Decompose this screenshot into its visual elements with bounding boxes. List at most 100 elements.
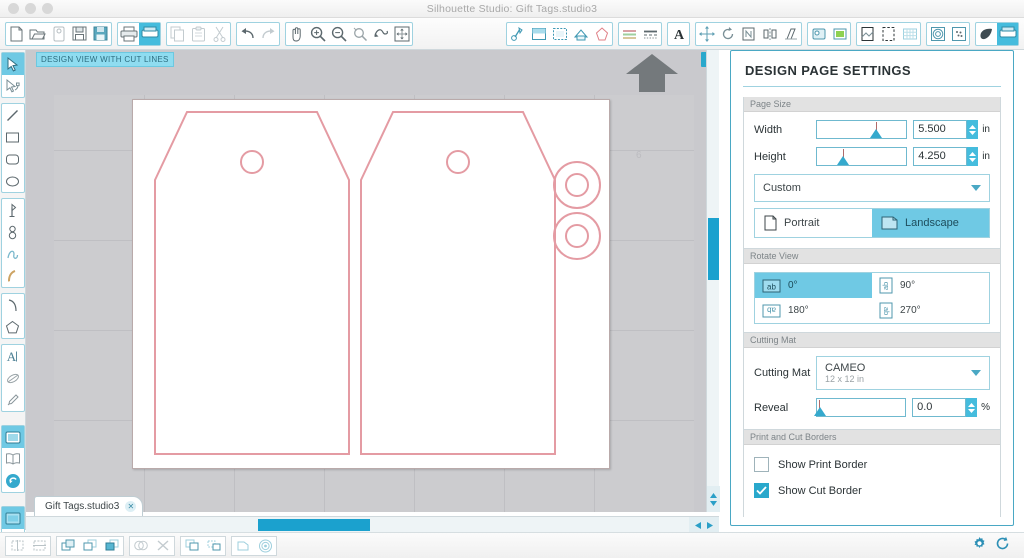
document-tab[interactable]: Gift Tags.studio3 ✕ [34,496,144,516]
sync-status-button[interactable] [995,536,1010,556]
registration-marks-panel-button[interactable] [549,23,570,45]
save-library-button[interactable] [48,23,69,45]
zoom-region-button[interactable] [370,23,391,45]
text-style-panel-button[interactable]: A [668,23,689,45]
print-button[interactable] [118,23,139,45]
edit-points-tool[interactable] [2,75,24,97]
show-cut-border-row[interactable]: Show Cut Border [754,483,990,498]
store-button[interactable] [2,448,24,470]
cut-settings-panel-button[interactable] [591,23,612,45]
line-style-panel-button[interactable] [640,23,661,45]
gradient-fill-panel-button[interactable] [829,23,850,45]
horizontal-scroll-buttons[interactable] [689,517,719,533]
curve-tool[interactable] [2,221,24,243]
knife-tool[interactable] [2,367,24,389]
sketch-panel-button[interactable] [948,23,969,45]
rotate-180-option[interactable]: ab 180° [755,298,872,323]
design-canvas[interactable]: 6 DESIGN VIEW WITH CUT LINES [26,50,718,512]
fit-to-window-button[interactable] [391,23,412,45]
paste-button[interactable] [188,23,209,45]
cutting-mat-select[interactable]: CAMEO 12 x 12 in [816,356,990,390]
height-stepper[interactable] [967,147,979,166]
weld-button[interactable] [130,536,152,555]
reveal-slider[interactable] [814,398,907,417]
zoom-selection-button[interactable] [349,23,370,45]
rotate-0-option[interactable]: ab 0° [755,273,872,298]
save-as-button[interactable] [90,23,111,45]
polygon-tool[interactable] [2,199,24,221]
grid-panel-button[interactable] [899,23,920,45]
show-print-border-checkbox[interactable] [754,457,769,472]
bring-to-front-button[interactable] [57,536,79,555]
fill-color-panel-button[interactable] [808,23,829,45]
height-slider[interactable] [816,147,908,166]
rectangle-tool[interactable] [2,126,24,148]
zoom-out-button[interactable] [328,23,349,45]
orientation-portrait[interactable]: Portrait [755,209,872,237]
close-tab-button[interactable]: ✕ [125,501,137,512]
reveal-input[interactable]: 0.0 [912,398,967,417]
save-button[interactable] [69,23,90,45]
send-panel-button[interactable] [997,22,1018,45]
width-stepper[interactable] [967,120,979,139]
pan-button[interactable] [286,23,307,45]
width-input[interactable]: 5.500 [913,120,968,139]
ungroup-button[interactable] [203,536,225,555]
sync-button[interactable] [2,470,24,492]
send-backward-button[interactable] [79,536,101,555]
mirror-panel-button[interactable] [759,23,780,45]
rotate-270-option[interactable]: ab 270° [872,298,989,323]
subtract-button[interactable] [152,536,174,555]
regular-polygon-tool[interactable] [2,316,24,338]
page-panel-button[interactable] [857,23,878,45]
redo-button[interactable] [258,23,279,45]
arc-tool[interactable] [2,294,24,316]
align-vertical-button[interactable] [28,536,50,555]
rotate-panel-button[interactable] [717,23,738,45]
text-tool[interactable]: A [2,345,24,367]
trace-panel-button[interactable] [878,23,899,45]
eyedropper-tool[interactable] [2,389,24,411]
horizontal-scroll-thumb[interactable] [258,519,370,531]
design-page-button[interactable] [1,507,24,529]
offset-panel-button[interactable] [927,23,948,45]
line-color-panel-button[interactable] [619,23,640,45]
make-compound-path-button[interactable] [232,536,254,555]
orientation-landscape[interactable]: Landscape [872,209,989,237]
show-cut-border-checkbox[interactable] [754,483,769,498]
my-library-button[interactable] [1,426,24,448]
page-size-preset-select[interactable]: Custom [754,174,990,202]
align-horizontal-button[interactable] [6,536,28,555]
offset-button[interactable] [254,536,276,555]
freehand-tool[interactable] [2,243,24,265]
open-document-button[interactable] [27,23,48,45]
scale-panel-button[interactable] [738,23,759,45]
group-button[interactable] [181,536,203,555]
new-document-button[interactable] [6,23,27,45]
width-slider[interactable] [816,120,908,139]
move-panel-button[interactable] [696,23,717,45]
preferences-button[interactable] [972,536,987,556]
print-cut-panel-button[interactable] [570,23,591,45]
send-to-back-button[interactable] [101,536,123,555]
copy-button[interactable] [167,23,188,45]
page-setup-panel-button[interactable] [528,23,549,45]
rotate-90-option[interactable]: ab 90° [872,273,989,298]
line-tool[interactable] [2,104,24,126]
zoom-in-button[interactable] [307,23,328,45]
cut-style-panel-button[interactable] [507,23,528,45]
undo-button[interactable] [237,23,258,45]
reveal-stepper[interactable] [966,398,978,417]
cut-button[interactable] [209,23,230,45]
store-panel-button[interactable] [976,23,997,45]
horizontal-scrollbar[interactable] [26,516,719,533]
height-input[interactable]: 4.250 [913,147,968,166]
select-tool[interactable] [1,53,24,75]
vertical-scrollbar[interactable] [706,50,720,512]
show-print-border-row[interactable]: Show Print Border [754,457,990,472]
rounded-rectangle-tool[interactable] [2,148,24,170]
ellipse-tool[interactable] [2,170,24,192]
smooth-freehand-tool[interactable] [2,265,24,287]
vertical-scroll-thumb[interactable] [708,218,719,280]
shear-panel-button[interactable] [780,23,801,45]
